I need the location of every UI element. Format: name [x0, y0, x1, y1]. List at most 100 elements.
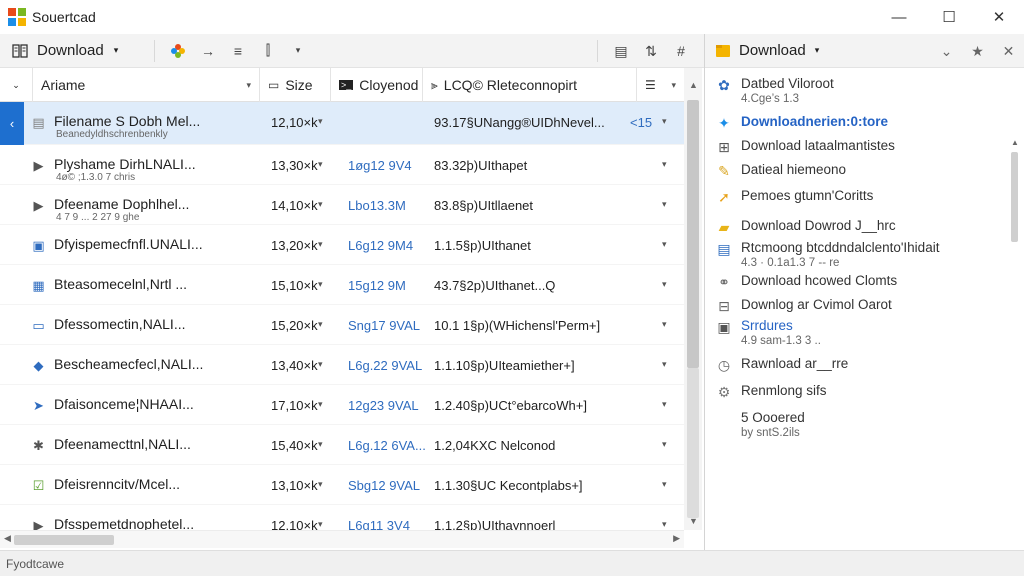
- row-dropdown-icon[interactable]: ▾: [662, 319, 667, 330]
- chevron-down-icon: ▾: [113, 45, 119, 55]
- download-menu-button[interactable]: Download ▾: [0, 34, 146, 68]
- table-row[interactable]: ‹ ▤ Filename S Dobh Mel... Beanedyldhschren…: [0, 102, 684, 145]
- list-view-button[interactable]: ≡: [223, 37, 253, 65]
- star-icon[interactable]: ★: [962, 43, 993, 60]
- grid-button[interactable]: #: [666, 37, 696, 65]
- sidebar-item[interactable]: ✿ Datbed Viloroot 4.Cge’s 1.3: [705, 76, 1024, 116]
- file-date-link[interactable]: L6g12 9M4: [348, 238, 413, 253]
- column-download[interactable]: >_ Cloyenod: [330, 68, 422, 102]
- size-dropdown-icon[interactable]: ▾: [318, 439, 323, 450]
- row-dropdown-icon[interactable]: ▾: [662, 479, 667, 490]
- file-date-link[interactable]: 12g23 9VAL: [348, 398, 419, 413]
- sort-toggle-button[interactable]: ⌄: [0, 68, 32, 102]
- size-dropdown-icon[interactable]: ▾: [318, 279, 323, 290]
- row-dropdown-icon[interactable]: ▾: [662, 159, 667, 170]
- scroll-left-icon[interactable]: ◀: [4, 533, 11, 544]
- wrench-icon: ✎: [718, 162, 730, 179]
- sidebar-item[interactable]: ▣ Srrdures 4.9 sam-1.3 3 ..: [705, 318, 1024, 358]
- sidebar-item[interactable]: ➚ Pemoes gtumn'Coritts: [705, 188, 1024, 212]
- document-blue-icon: ▤: [717, 240, 731, 257]
- forward-button[interactable]: →: [193, 37, 223, 65]
- row-dropdown-icon[interactable]: ▾: [662, 116, 667, 127]
- size-dropdown-icon[interactable]: ▾: [318, 239, 323, 250]
- column-size[interactable]: ▭ Size: [259, 68, 330, 102]
- row-dropdown-icon[interactable]: ▾: [662, 399, 667, 410]
- sidebar-item[interactable]: 5 Oooered by sntS.2ils: [705, 410, 1024, 450]
- file-subtitle: 4 7 9 ... 2 27 9 ghe: [56, 212, 140, 223]
- row-dropdown-icon[interactable]: ▾: [662, 239, 667, 250]
- people-icon: ✿: [718, 76, 730, 93]
- list-horizontal-scrollbar[interactable]: ◀ ▶: [0, 530, 684, 548]
- scroll-track[interactable]: [687, 368, 699, 518]
- file-extra-link[interactable]: <15: [630, 115, 652, 130]
- sidebar-chevron-icon[interactable]: ▾: [815, 45, 820, 56]
- size-dropdown-icon[interactable]: ▾: [318, 359, 323, 370]
- sidebar-item[interactable]: ✦ Downloadnerien:0:tore: [705, 114, 1024, 138]
- stats-button[interactable]: ⫿: [253, 37, 283, 65]
- row-dropdown-icon[interactable]: ▾: [662, 359, 667, 370]
- file-date-link[interactable]: L6g11 3V4: [348, 518, 410, 530]
- sidebar-item[interactable]: ⚙ Renmlong sifs: [705, 383, 1024, 407]
- file-info: 1.2.40§p)UCt°ebarcoWh+]: [434, 398, 587, 413]
- scroll-right-icon[interactable]: ▶: [673, 533, 680, 544]
- download-folder-icon: [716, 44, 730, 57]
- column-options-button[interactable]: ☰ ▾: [636, 68, 684, 102]
- terminal-icon: >_: [339, 80, 354, 90]
- file-date-link[interactable]: Sbg12 9VAL: [348, 478, 420, 493]
- table-row[interactable]: ▶ Plyshame DirhLNALI... 4ø© ;1.3.0 7 chris…: [0, 145, 684, 185]
- selection-indicator[interactable]: ‹: [0, 102, 24, 145]
- size-dropdown-icon[interactable]: ▾: [318, 159, 323, 170]
- display-button[interactable]: ▤: [606, 37, 636, 65]
- table-row[interactable]: ▶ Dfsspemetdnophetel... 12,10×k ▾ L6g11 3V4 1…: [0, 505, 684, 530]
- scroll-thumb[interactable]: [687, 100, 699, 368]
- size-dropdown-icon[interactable]: ▾: [318, 319, 323, 330]
- row-dropdown-icon[interactable]: ▾: [662, 279, 667, 290]
- size-dropdown-icon[interactable]: ▾: [318, 199, 323, 210]
- sort-button[interactable]: ⇅: [636, 37, 666, 65]
- h-scroll-thumb[interactable]: [14, 535, 114, 545]
- app-logo-icon: [8, 8, 26, 26]
- sidebar-item[interactable]: ▰ Download Dowrod J__hrc: [705, 218, 1024, 242]
- table-row[interactable]: ▣ Dfyispemecfnfl.UNALI... 13,20×k ▾ L6g12 9M…: [0, 225, 684, 265]
- minimize-button[interactable]: —: [874, 0, 924, 34]
- file-name: Dfeename Dophlhel...: [54, 196, 190, 212]
- close-icon[interactable]: ✕: [993, 43, 1024, 60]
- table-row[interactable]: ✱ Dfeenamecttnl,NALI... 15,40×k ▾ L6g.12 6VA…: [0, 425, 684, 465]
- more-dropdown-button[interactable]: ▾: [283, 37, 313, 65]
- column-name[interactable]: Ariame ▾: [32, 68, 259, 102]
- sidebar-item[interactable]: ◷ Rawnload ar__rre: [705, 356, 1024, 380]
- size-dropdown-icon[interactable]: ▾: [318, 519, 323, 530]
- size-dropdown-icon[interactable]: ▾: [318, 479, 323, 490]
- table-row[interactable]: ◆ Bescheamecfecl,NALI... 13,40×k ▾ L6g.22 9V…: [0, 345, 684, 385]
- column-info[interactable]: ⫸ LCQ© Rleteconnopirt: [422, 68, 636, 102]
- table-row[interactable]: ▦ Bteasomecelnl,Nrtl ... 15,10×k ▾ 15g12 9M 4…: [0, 265, 684, 305]
- size-dropdown-icon[interactable]: ▾: [318, 399, 323, 410]
- pinwheel-button[interactable]: [163, 37, 193, 65]
- file-date-link[interactable]: Lbo13.3M: [348, 198, 406, 213]
- table-row[interactable]: ☑ Dfeisrenncitv/Mcel... 13,10×k ▾ Sbg12 9VAL…: [0, 465, 684, 505]
- sort-icon: ⇅: [645, 42, 657, 59]
- table-row[interactable]: ▶ Dfeename Dophlhel... 4 7 9 ... 2 27 9 gh…: [0, 185, 684, 225]
- collapse-button[interactable]: ⌄: [931, 43, 962, 60]
- file-date-link[interactable]: 15g12 9M: [348, 278, 406, 293]
- file-date-link[interactable]: 1øg12 9V4: [348, 158, 412, 173]
- maximize-button[interactable]: ☐: [924, 0, 974, 34]
- file-date-link[interactable]: L6g.22 9VAL: [348, 358, 422, 373]
- play-icon: ▶: [33, 197, 44, 213]
- scroll-down-icon[interactable]: ▼: [689, 516, 698, 526]
- close-window-button[interactable]: ✕: [974, 0, 1024, 34]
- row-dropdown-icon[interactable]: ▾: [662, 439, 667, 450]
- file-date-link[interactable]: L6g.12 6VA...: [348, 438, 426, 453]
- row-dropdown-icon[interactable]: ▾: [662, 519, 667, 530]
- list-vertical-scrollbar[interactable]: ▲ ▼: [684, 68, 702, 530]
- sidebar-item[interactable]: ✎ Datieal hiemeono: [705, 162, 1024, 186]
- sidebar-item[interactable]: ⊞ Download lataalmantistes: [705, 138, 1024, 162]
- scroll-up-icon[interactable]: ▲: [689, 80, 698, 90]
- table-row[interactable]: ➤ Dfaisonceme¦NHAAI... 17,10×k ▾ 12g23 9VAL 1…: [0, 385, 684, 425]
- table-row[interactable]: ▭ Dfessomectin,NALI... 15,20×k ▾ Sng17 9VAL 1…: [0, 305, 684, 345]
- row-dropdown-icon[interactable]: ▾: [662, 199, 667, 210]
- file-date-link[interactable]: Sng17 9VAL: [348, 318, 420, 333]
- document-icon: ▤: [32, 114, 45, 130]
- size-dropdown-icon[interactable]: ▾: [318, 116, 323, 127]
- sidebar-item[interactable]: ⚭ Download hcowed Clomts: [705, 273, 1024, 297]
